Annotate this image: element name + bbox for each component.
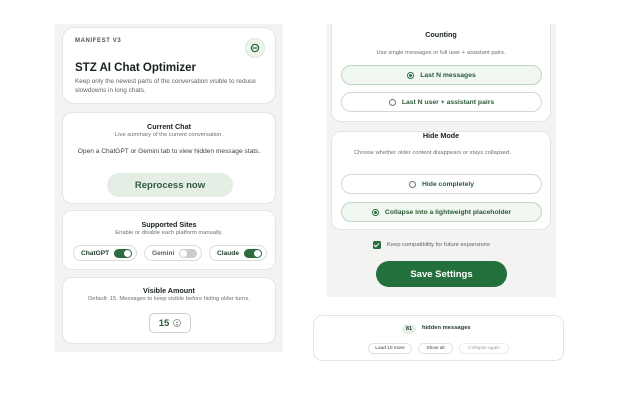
- toggle-switch[interactable]: [114, 248, 133, 258]
- option-collapse-placeholder[interactable]: Collapse into a lightweight placeholder: [341, 202, 542, 222]
- placeholder-preview-card: 81 hidden messages Load 10 more Show all…: [313, 315, 564, 361]
- header-card: MANIFEST V3 STZ AI Chat Optimizer Keep o…: [62, 27, 276, 104]
- current-chat-card: Current Chat Live summary of the current…: [62, 112, 276, 204]
- site-toggle-gemini[interactable]: Gemini: [144, 245, 203, 261]
- toggle-switch[interactable]: [179, 248, 198, 258]
- supported-sites-subtitle: Enable or disable each platform manually…: [115, 230, 223, 236]
- option-last-n-pairs[interactable]: Last N user + assistant pairs: [341, 92, 542, 112]
- option-label: Hide completely: [421, 180, 475, 188]
- option-label: Last N user + assistant pairs: [401, 98, 495, 106]
- checkbox-checked-icon[interactable]: [373, 241, 381, 249]
- load-more-button[interactable]: Load 10 more: [368, 343, 412, 354]
- hidden-messages-label: hidden messages: [422, 325, 471, 331]
- counting-subtitle: Use single messages or full user + assis…: [376, 50, 506, 56]
- option-hide-completely[interactable]: Hide completely: [341, 174, 542, 194]
- collapse-again-button[interactable]: Collapse again: [459, 343, 509, 354]
- compat-checkbox-row[interactable]: Keep compatibility for future expansions: [373, 241, 490, 249]
- visible-amount-value[interactable]: 15: [159, 318, 170, 329]
- counting-title: Counting: [425, 30, 457, 39]
- hide-mode-title: Hide Mode: [422, 131, 460, 140]
- site-toggle-claude[interactable]: Claude: [209, 245, 267, 261]
- app-title: STZ AI Chat Optimizer: [75, 62, 196, 74]
- hidden-count-badge: 81: [402, 324, 416, 334]
- compat-label: Keep compatibility for future expansions: [387, 242, 490, 248]
- radio-unselected-icon[interactable]: [388, 98, 396, 106]
- option-label: Last N messages: [420, 71, 476, 79]
- visible-amount-title: Visible Amount: [143, 286, 195, 295]
- visible-amount-subtitle: Default: 15. Messages to keep visible be…: [88, 296, 250, 302]
- site-label: Gemini: [152, 249, 175, 257]
- manifest-label: MANIFEST V3: [75, 38, 122, 44]
- supported-sites-title: Supported Sites: [141, 220, 197, 229]
- site-toggle-chatgpt[interactable]: ChatGPT: [73, 245, 138, 261]
- spin-arrows-icon[interactable]: [173, 319, 182, 327]
- reprocess-button[interactable]: Reprocess now: [107, 173, 233, 197]
- supported-sites-card: Supported Sites Enable or disable each p…: [62, 210, 276, 270]
- counting-card: Counting Use single messages or full use…: [331, 24, 551, 122]
- current-chat-title: Current Chat: [147, 122, 191, 131]
- toggle-extension-button[interactable]: [245, 38, 265, 58]
- hide-mode-subtitle: Choose whether older content disappears …: [354, 150, 511, 156]
- radio-unselected-icon[interactable]: [408, 180, 416, 188]
- app-subtitle: Keep only the newest parts of the conver…: [75, 78, 256, 94]
- radio-selected-icon[interactable]: [371, 208, 379, 216]
- save-settings-button[interactable]: Save Settings: [376, 261, 507, 287]
- site-label: Claude: [217, 249, 239, 257]
- power-icon: [250, 43, 260, 53]
- toggle-switch[interactable]: [243, 248, 262, 258]
- visible-amount-stepper[interactable]: 15: [149, 313, 191, 333]
- option-last-n-messages[interactable]: Last N messages: [341, 65, 542, 85]
- current-chat-subtitle: Live summary of the current conversation…: [115, 132, 223, 138]
- show-all-button[interactable]: Show all: [418, 343, 453, 354]
- current-chat-message: Open a ChatGPT or Gemini tab to view hid…: [77, 148, 261, 155]
- site-label: ChatGPT: [81, 249, 110, 257]
- radio-selected-icon[interactable]: [407, 71, 415, 79]
- option-label: Collapse into a lightweight placeholder: [384, 208, 512, 216]
- hide-mode-card: Hide Mode Choose whether older content d…: [331, 131, 551, 230]
- visible-amount-card: Visible Amount Default: 15. Messages to …: [62, 277, 276, 344]
